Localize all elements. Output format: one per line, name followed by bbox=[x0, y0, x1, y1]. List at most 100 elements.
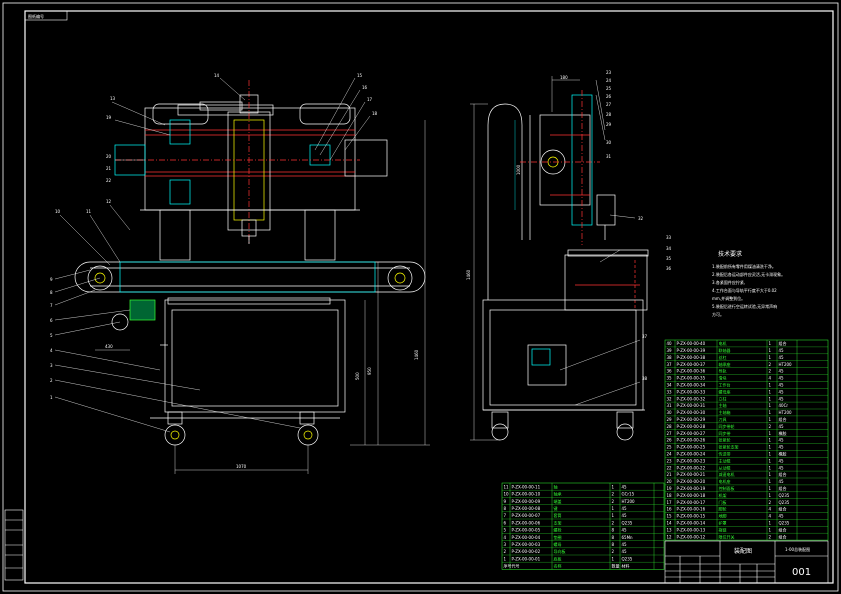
bom-cell-code: P-ZX-00-00-16 bbox=[677, 507, 706, 512]
balloon-label: 37 bbox=[642, 334, 648, 339]
bom-cell-name: 主轴 bbox=[719, 402, 727, 408]
balloon-label: 29 bbox=[606, 122, 612, 127]
bom-cell-mat: 组合 bbox=[779, 533, 787, 539]
bom-cell-code: P-ZX-00-00-25 bbox=[677, 445, 706, 450]
bom-cell-mat: 45 bbox=[779, 396, 785, 401]
bom-cell-mat: HT200 bbox=[779, 362, 793, 367]
bom-cell-mat: Q235 bbox=[779, 493, 790, 498]
bom-cell-name: 滑块 bbox=[719, 375, 727, 381]
bom-cell-qty: 4 bbox=[769, 514, 772, 519]
bom-cell-qty: 1 bbox=[769, 396, 772, 401]
bom-cell-qty: 数量 bbox=[612, 563, 620, 569]
balloon-label: 11 bbox=[86, 209, 92, 214]
bom-cell-no: 11 bbox=[504, 484, 510, 489]
bom-cell-mat: 45 bbox=[622, 484, 628, 489]
bom-cell-no: 1 bbox=[504, 556, 507, 561]
balloon-label: 1 bbox=[50, 395, 53, 400]
bom-cell-no: 23 bbox=[667, 458, 673, 463]
assembly-name: 装配图 bbox=[734, 547, 752, 555]
balloon-label: 5 bbox=[50, 333, 53, 338]
balloon-label: 36 bbox=[666, 266, 672, 271]
bom-cell-code: P-ZX-00-00-26 bbox=[677, 438, 706, 443]
bom-table-right: 40 P-ZX-00-00-40 电机 1 组合39 P-ZX-00-00-39 联轴器 1 4… bbox=[664, 339, 829, 541]
bom-cell-qty: 1 bbox=[612, 484, 615, 489]
bom-cell-name: 主轴箱 bbox=[719, 409, 731, 415]
corner-tag: 图纸编号 bbox=[28, 13, 44, 19]
bom-cell-no: 25 bbox=[667, 445, 673, 450]
dim-side-top: 180 bbox=[560, 75, 568, 80]
bom-cell-code: P-ZX-00-00-28 bbox=[677, 424, 706, 429]
bom-cell-no: 31 bbox=[667, 403, 673, 408]
bom-cell-qty: 1 bbox=[769, 355, 772, 360]
bom-cell-name: 刀具 bbox=[719, 416, 727, 422]
bom-cell-name: 导轨 bbox=[719, 368, 727, 374]
bom-cell-code: P-ZX-00-00-27 bbox=[677, 431, 706, 436]
balloon-label: 20 bbox=[106, 154, 112, 159]
bom-cell-name: 护罩 bbox=[719, 520, 727, 526]
bom-cell-name: 螺母 bbox=[554, 541, 562, 547]
tech-note-line: 2.装配后各运动部件应灵活,无卡滞现象。 bbox=[712, 271, 785, 277]
bom-cell-name: 张紧轮支架 bbox=[719, 444, 739, 450]
bom-cell-no: 36 bbox=[667, 369, 673, 374]
bom-cell-mat: 45 bbox=[779, 369, 785, 374]
bom-cell-mat: 45 bbox=[779, 438, 785, 443]
bom-cell-qty: 4 bbox=[769, 507, 772, 512]
bom-cell-mat: 组合 bbox=[779, 340, 787, 346]
bom-cell-qty: 1 bbox=[769, 479, 772, 484]
balloon-label: 3 bbox=[50, 363, 53, 368]
bom-cell-mat: 45 bbox=[622, 549, 628, 554]
bom-cell-name: 从动辊 bbox=[719, 464, 731, 470]
bom-cell-qty: 1 bbox=[769, 458, 772, 463]
bom-cell-no: 9 bbox=[504, 499, 507, 504]
bom-cell-qty: 1 bbox=[769, 452, 772, 457]
bom-cell-no: 14 bbox=[667, 521, 673, 526]
balloon-label: 10 bbox=[55, 209, 61, 214]
bom-cell-code: P-ZX-00-00-11 bbox=[512, 484, 541, 489]
tech-note-line: 4.工作台面与导轨平行度不大于0.02 bbox=[712, 287, 777, 293]
bom-cell-no: 26 bbox=[667, 438, 673, 443]
bom-cell-no: 13 bbox=[667, 527, 673, 532]
bom-cell-name: 轴 bbox=[554, 483, 558, 489]
bom-cell-no: 12 bbox=[667, 534, 673, 539]
side-view bbox=[482, 90, 649, 441]
bom-cell-mat: 45 bbox=[779, 389, 785, 394]
bom-cell-name: 电机座 bbox=[719, 478, 731, 484]
bom-cell-name: 同步带轮 bbox=[719, 423, 735, 429]
bom-cell-code: P-ZX-00-00-24 bbox=[677, 452, 706, 457]
bom-cell-no: 3 bbox=[504, 542, 507, 547]
bom-cell-mat: HT200 bbox=[622, 499, 636, 504]
bom-cell-qty: 1 bbox=[769, 493, 772, 498]
bom-cell-code: P-ZX-00-00-05 bbox=[512, 528, 541, 533]
bom-cell-qty: 2 bbox=[769, 500, 772, 505]
bom-cell-code: P-ZX-00-00-04 bbox=[512, 535, 541, 540]
balloon-label: 16 bbox=[362, 85, 368, 90]
tech-note-line: 1.装配前所有零件用煤油清洗干净。 bbox=[712, 263, 776, 269]
bom-cell-qty: 1 bbox=[769, 341, 772, 346]
bom-cell-no: 40 bbox=[667, 341, 673, 346]
bom-cell-no: 32 bbox=[667, 396, 673, 401]
bom-cell-mat: GCr15 bbox=[622, 492, 635, 497]
tech-note-line: mm,并调整到位。 bbox=[712, 295, 745, 301]
bom-cell-no: 27 bbox=[667, 431, 673, 436]
bom-cell-no: 30 bbox=[667, 410, 673, 415]
bom-cell-qty: 1 bbox=[612, 556, 615, 561]
bom-cell-qty: 1 bbox=[769, 410, 772, 415]
balloon-label: 14 bbox=[214, 73, 220, 78]
balloon-label: 24 bbox=[606, 78, 612, 83]
bom-cell-code: P-ZX-00-00-20 bbox=[677, 479, 706, 484]
bom-cell-code: P-ZX-00-00-01 bbox=[512, 556, 541, 561]
bom-cell-code: P-ZX-00-00-15 bbox=[677, 514, 706, 519]
bom-cell-no: 19 bbox=[667, 486, 673, 491]
balloon-label: 26 bbox=[606, 94, 612, 99]
bom-cell-name: 机架 bbox=[719, 492, 727, 498]
bom-cell-mat: HT200 bbox=[779, 410, 793, 415]
bom-cell-code: P-ZX-00-00-37 bbox=[677, 362, 706, 367]
front-view bbox=[74, 80, 426, 446]
balloon-label: 8 bbox=[50, 290, 53, 295]
bom-cell-no: 10 bbox=[504, 492, 510, 497]
balloon-label: 27 bbox=[606, 102, 612, 107]
tech-note-line: 方可。 bbox=[712, 311, 724, 317]
balloon-label: 9 bbox=[50, 277, 53, 282]
bom-cell-qty: 1 bbox=[769, 465, 772, 470]
dim-side-height: 1460 bbox=[466, 269, 471, 280]
